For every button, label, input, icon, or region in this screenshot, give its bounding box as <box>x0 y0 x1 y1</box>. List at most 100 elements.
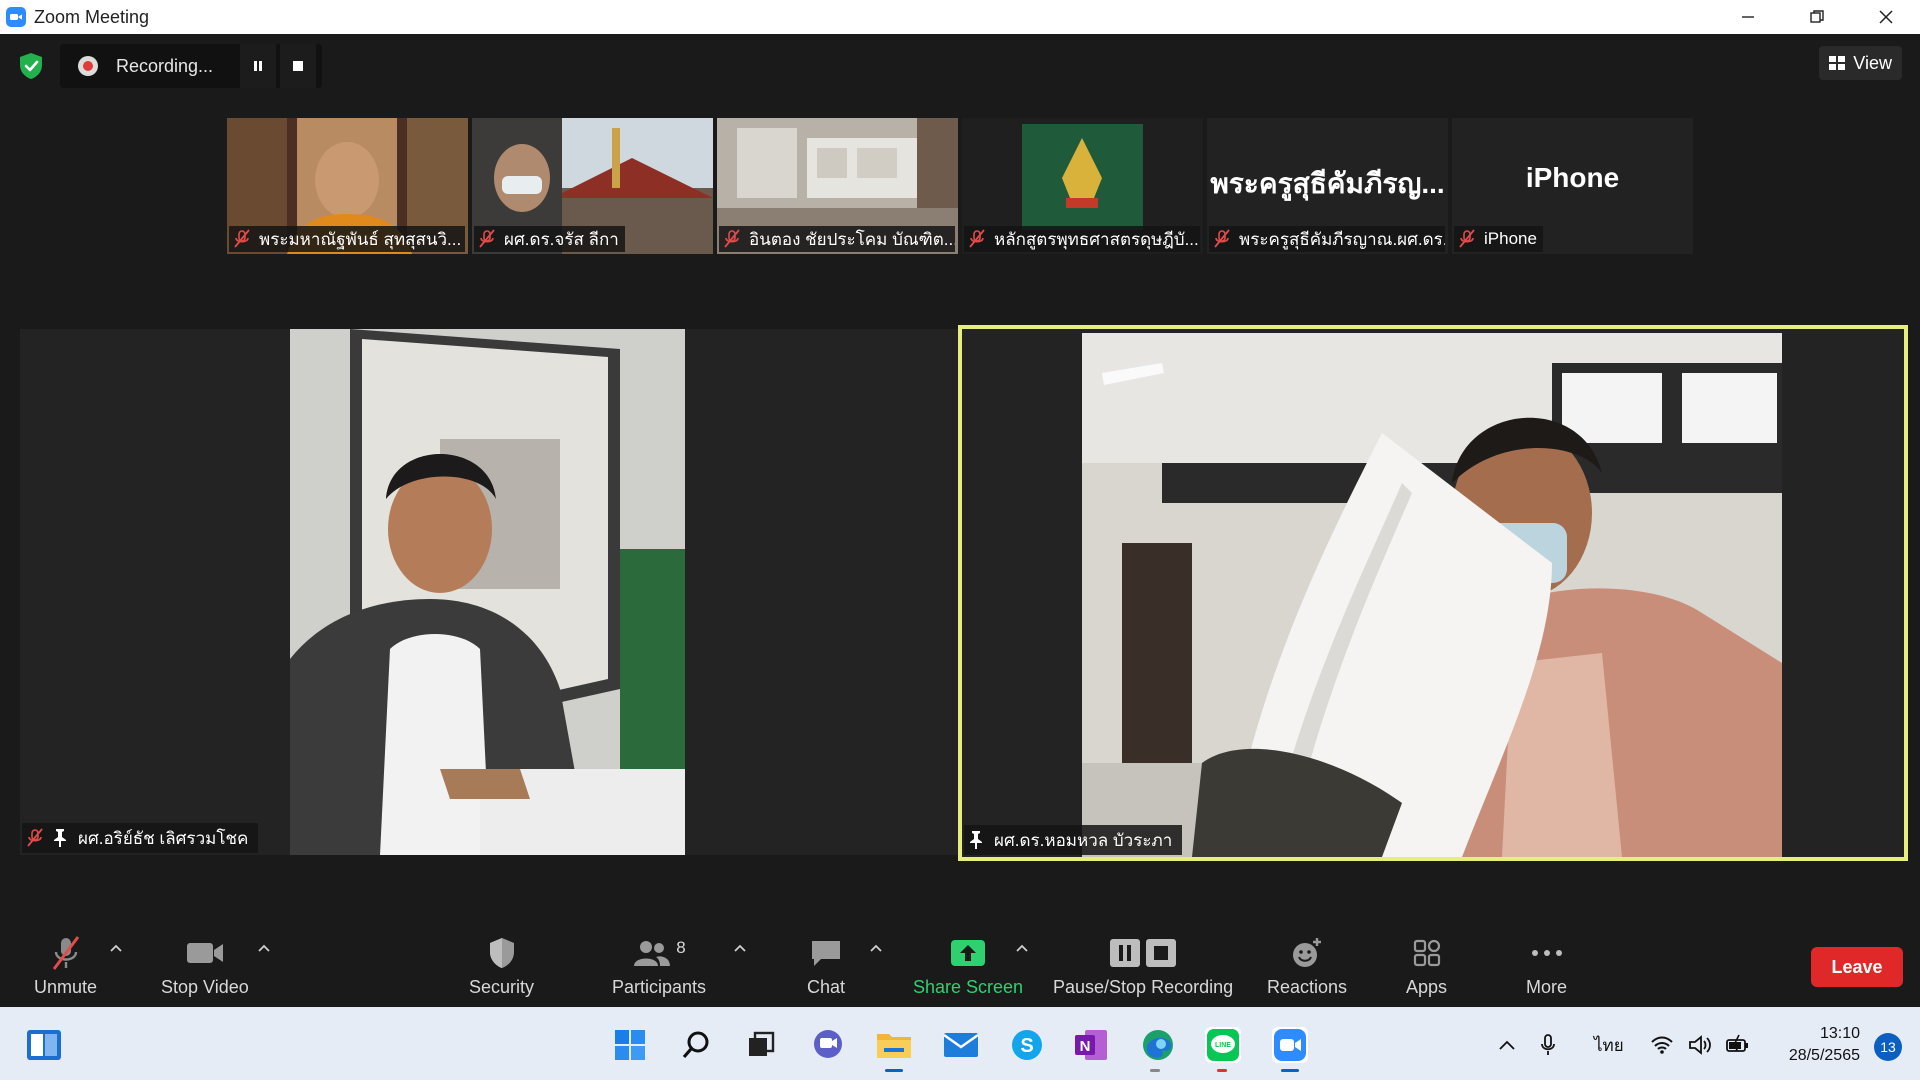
stop-video-button[interactable]: Stop Video <box>161 935 249 998</box>
video-options-caret[interactable] <box>258 939 270 955</box>
close-icon <box>1878 10 1893 24</box>
widgets-button[interactable] <box>26 1027 62 1063</box>
participant-thumbnail[interactable]: พระมหาณัฐพันธ์ สุทสุสนวิ... <box>227 118 468 254</box>
participants-count: 8 <box>676 938 686 957</box>
view-label: View <box>1853 52 1892 73</box>
chevron-up-icon <box>1499 1040 1515 1050</box>
encryption-shield-icon[interactable] <box>18 52 44 80</box>
unmute-button[interactable]: Unmute <box>34 935 97 998</box>
network-tray-button[interactable] <box>1650 1027 1674 1063</box>
notification-badge[interactable]: 13 <box>1874 1033 1902 1061</box>
clock-date: 28/5/2565 <box>1788 1047 1860 1064</box>
active-speaker-video-tile[interactable]: ผศ.ดร.หอมหวล บัวระภา <box>958 325 1908 861</box>
participant-name-tag: หลักสูตรพุทธศาสตรดุษฎีบั... <box>964 226 1200 252</box>
view-button[interactable]: View <box>1819 46 1902 80</box>
reactions-label: Reactions <box>1267 977 1348 997</box>
participant-thumbnail[interactable]: พระครูสุธีคัมภีรญ... พระครูสุธีคัมภีรญาณ… <box>1207 118 1448 254</box>
teams-chat-icon <box>814 1030 842 1058</box>
participant-name: พระครูสุธีคัมภีรญาณ.ผศ.ดร. <box>1239 229 1445 249</box>
pause-stop-recording-button[interactable]: Pause/Stop Recording <box>1053 935 1233 998</box>
running-indicator <box>1281 1069 1299 1072</box>
meeting-controls-toolbar: Unmute Stop Video Security 8 Participant… <box>0 915 1920 1007</box>
participant-name-tag: ผศ.ดร.จรัส ลีกา <box>474 226 625 252</box>
security-label: Security <box>469 977 535 997</box>
input-language-indicator[interactable]: ไทย <box>1594 1027 1624 1063</box>
audio-options-caret[interactable] <box>110 939 122 955</box>
participant-name: ผศ.อริย์ธัช เลิศรวมโชค <box>78 828 249 848</box>
edge-browser-button[interactable] <box>1140 1027 1176 1063</box>
participant-name-tag: พระมหาณัฐพันธ์ สุทสุสนวิ... <box>229 226 465 252</box>
participant-name-tag: ผศ.ดร.หอมหวล บัวระภา <box>964 825 1183 855</box>
participants-icon <box>634 941 671 966</box>
restore-button[interactable] <box>1782 0 1851 34</box>
task-view-icon <box>749 1031 775 1056</box>
close-button[interactable] <box>1851 0 1920 34</box>
participant-display-name: พระครูสุธีคัมภีรญ... <box>1210 168 1445 199</box>
teams-chat-button[interactable] <box>810 1027 846 1063</box>
pause-icon <box>254 61 262 71</box>
battery-tray-button[interactable] <box>1725 1027 1751 1063</box>
muted-mic-icon <box>1214 229 1230 248</box>
microphone-tray-button[interactable] <box>1540 1027 1556 1063</box>
start-button[interactable] <box>612 1027 648 1063</box>
taskbar-clock[interactable]: 13:10 28/5/2565 <box>1789 1023 1860 1067</box>
svg-text:LINE: LINE <box>1215 1042 1231 1049</box>
participant-name: หลักสูตรพุทธศาสตรดุษฎีบั... <box>994 229 1199 249</box>
pause-recording-button[interactable] <box>240 44 276 88</box>
zoom-logo-icon <box>6 7 26 27</box>
participant-name: พระมหาณัฐพันธ์ สุทสุสนวิ... <box>259 229 462 249</box>
share-screen-button[interactable]: Share Screen <box>913 935 1023 998</box>
chat-options-caret[interactable] <box>870 939 882 955</box>
participant-thumbnail-strip: พระมหาณัฐพันธ์ สุทสุสนวิ... ผศ.ดร.จรัส ล… <box>227 118 1693 254</box>
onenote-button[interactable]: N <box>1073 1027 1109 1063</box>
apps-button[interactable]: Apps <box>1406 935 1447 998</box>
muted-mic-icon <box>724 229 740 248</box>
microphone-icon <box>1541 1034 1555 1055</box>
search-button[interactable] <box>678 1027 714 1063</box>
search-icon <box>682 1031 709 1059</box>
security-shield-icon <box>489 938 514 968</box>
participant-thumbnail[interactable]: ผศ.ดร.จรัส ลีกา <box>472 118 713 254</box>
skype-icon: S <box>1012 1030 1042 1060</box>
mail-envelope-icon <box>943 1033 979 1057</box>
zoom-app-button[interactable] <box>1272 1027 1308 1063</box>
participant-name-tag: อินตอง ชัยประโคม บัณฑิต... <box>719 226 955 252</box>
participant-thumbnail[interactable]: หลักสูตรพุทธศาสตรดุษฎีบั... <box>962 118 1203 254</box>
pin-icon <box>54 829 66 847</box>
share-options-caret[interactable] <box>1016 939 1028 955</box>
volume-tray-button[interactable] <box>1688 1027 1714 1063</box>
participant-name: ผศ.ดร.หอมหวล บัวระภา <box>994 830 1173 850</box>
minimize-button[interactable] <box>1713 0 1782 34</box>
participants-options-caret[interactable] <box>734 939 746 955</box>
participant-name: อินตอง ชัยประโคม บัณฑิต... <box>749 229 955 249</box>
show-hidden-icons-button[interactable] <box>1498 1027 1516 1063</box>
recording-indicator: Recording... <box>60 44 322 88</box>
participant-video <box>290 329 685 855</box>
skype-button[interactable]: S <box>1009 1027 1045 1063</box>
share-screen-icon <box>951 940 986 966</box>
participant-thumbnail[interactable]: iPhone iPhone <box>1452 118 1693 254</box>
participants-button[interactable]: 8 Participants <box>612 935 706 998</box>
file-explorer-button[interactable] <box>876 1027 912 1063</box>
apps-icon <box>1413 939 1440 967</box>
more-button[interactable]: More <box>1526 935 1567 998</box>
stop-recording-button[interactable] <box>280 44 316 88</box>
security-button[interactable]: Security <box>469 935 534 998</box>
leave-button[interactable]: Leave <box>1811 947 1903 987</box>
line-app-button[interactable]: LINE <box>1205 1027 1241 1063</box>
participant-thumbnail[interactable]: อินตอง ชัยประโคม บัณฑิต... <box>717 118 958 254</box>
grid-view-icon <box>1829 56 1846 70</box>
reactions-button[interactable]: Reactions <box>1267 935 1347 998</box>
task-view-button[interactable] <box>743 1027 779 1063</box>
participant-name-tag: ผศ.อริย์ธัช เลิศรวมโชค <box>22 823 259 853</box>
mail-button[interactable] <box>943 1027 979 1063</box>
onenote-icon: N <box>1075 1030 1107 1060</box>
running-indicator <box>885 1069 903 1072</box>
chat-button[interactable]: Chat <box>807 935 845 998</box>
more-dots-icon <box>1531 950 1562 956</box>
chevron-up-icon <box>258 944 270 952</box>
participant-video-tile[interactable]: ผศ.อริย์ธัช เลิศรวมโชค <box>20 329 958 855</box>
svg-text:S: S <box>1020 1035 1033 1057</box>
pin-icon <box>970 831 982 849</box>
clock-time: 13:10 <box>1819 1025 1860 1042</box>
